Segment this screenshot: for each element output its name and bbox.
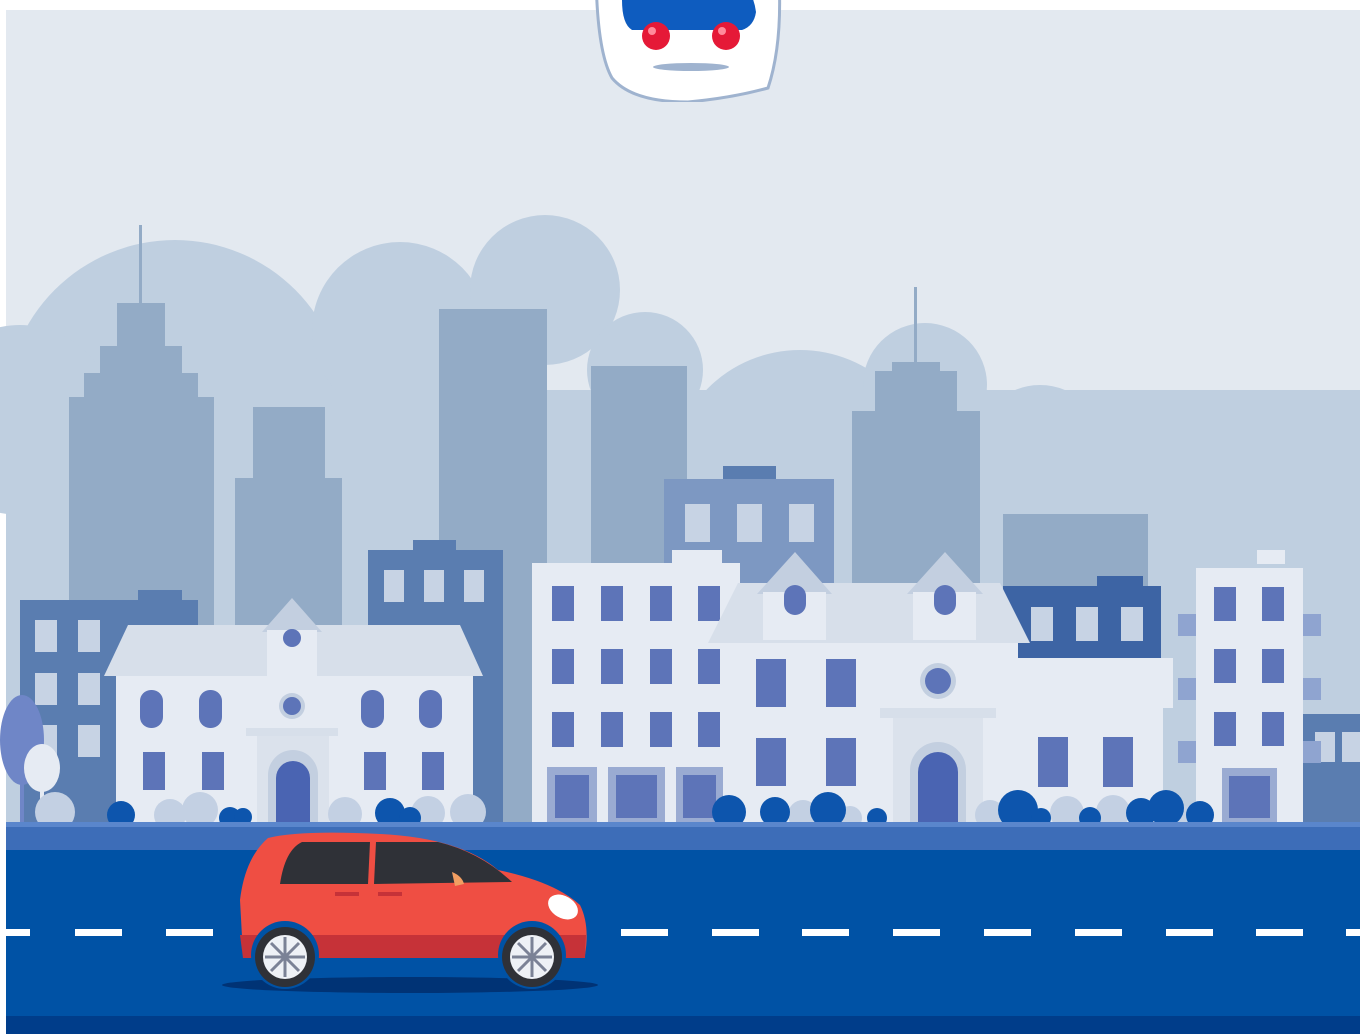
spokes-rear (265, 937, 305, 977)
lane-dash (1256, 929, 1303, 936)
house-middle (708, 552, 1030, 828)
lane-dash (6, 929, 30, 936)
house-left (104, 598, 483, 828)
lane-dash (1166, 929, 1213, 936)
lane-dash (75, 929, 122, 936)
lane-dash (712, 929, 759, 936)
logo-wheel-right-highlight (718, 27, 726, 35)
white-tower-right (1178, 550, 1321, 828)
lane-dash (1346, 929, 1360, 936)
white-apartment-building (532, 550, 740, 828)
logo-shadow (653, 63, 729, 71)
door-handle-rear (335, 892, 359, 896)
door-handle-front (378, 892, 402, 896)
logo-wheel-left (642, 22, 670, 50)
spokes-front (512, 937, 552, 977)
lane-dash (1075, 929, 1122, 936)
road-edge (6, 1016, 1360, 1034)
lane-dash (984, 929, 1031, 936)
lane-dash (621, 929, 668, 936)
lane-dash (802, 929, 849, 936)
logo-wheel-right (712, 22, 740, 50)
lane-dash (893, 929, 940, 936)
car-logo-icon[interactable] (592, 0, 782, 102)
logo-wheel-left-highlight (648, 27, 656, 35)
sidewalk-edge (6, 822, 1360, 827)
logo-car-body (622, 0, 756, 30)
city-street-illustration (0, 0, 1360, 1034)
lane-dash (166, 929, 213, 936)
